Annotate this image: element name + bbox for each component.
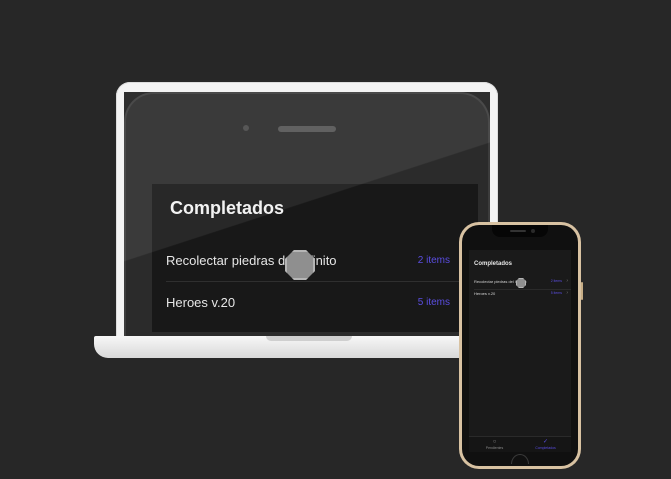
item-count-badge: 2 items [417,254,450,266]
list-item-1[interactable]: Recolectar piedras del infinito 2 items … [152,240,478,280]
tab-bar: ○ Pendientes ✓ Completados [469,436,571,452]
app-view-small: Completados Recolectar piedras del infin… [469,250,571,436]
list-item-2[interactable]: Heroes v.20 5 items › [469,290,571,300]
home-indicator [511,454,529,464]
app-view-large: Completados Recolectar piedras del infin… [152,184,478,332]
phone-notch [492,225,548,237]
phone-mockup: Completados Recolectar piedras del infin… [459,222,581,469]
speaker-slot [278,126,336,132]
circle-icon: ○ [492,439,497,445]
item-count-badge: 5 items [550,291,562,295]
camera-dot [531,229,535,233]
list-item-2[interactable]: Heroes v.20 5 items › [152,282,478,322]
chevron-right-icon: › [566,290,568,296]
laptop-hinge-notch [266,336,352,341]
tab-completados[interactable]: ✓ Completados [520,437,571,452]
phone-side-button [581,282,583,300]
item-count-badge: 5 items [417,296,450,308]
tab-label: Completados [535,446,556,450]
laptop-mockup: Completados Recolectar piedras del infin… [116,82,498,340]
touch-indicator [285,250,315,280]
list-item-label: Heroes v.20 [474,291,496,296]
list-item-label: Heroes v.20 [166,294,236,310]
chevron-right-icon: › [566,278,568,284]
tab-pendientes[interactable]: ○ Pendientes [469,437,520,452]
camera-dot [243,125,249,131]
item-count-badge: 2 items [550,279,562,283]
check-icon: ✓ [542,439,549,445]
page-title: Completados [170,198,285,218]
laptop-screen: Completados Recolectar piedras del infin… [124,92,490,340]
speaker-slot [510,230,526,232]
page-title: Completados [474,261,513,267]
touch-indicator [516,278,526,288]
tab-label: Pendientes [485,446,504,450]
phone-body: Completados Recolectar piedras del infin… [462,225,578,466]
